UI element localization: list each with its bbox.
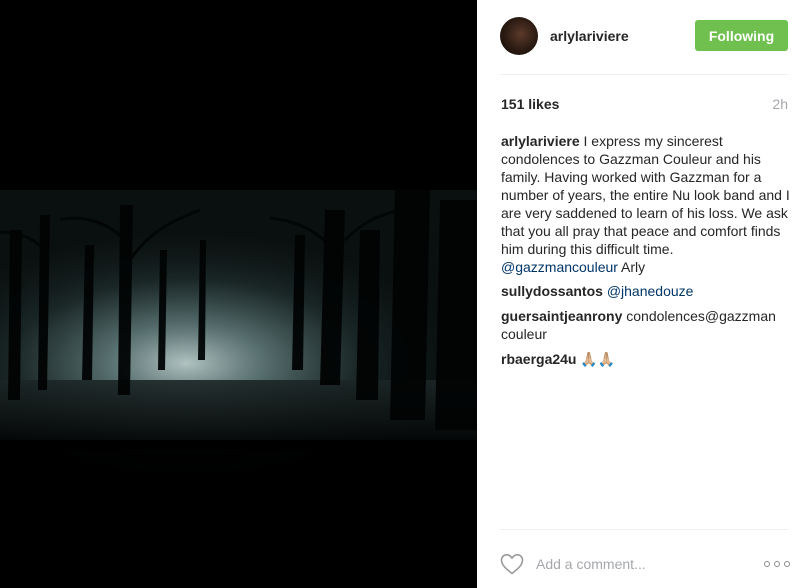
heart-icon[interactable] <box>500 553 524 575</box>
forest-photo <box>0 0 477 588</box>
caption-mention[interactable]: @gazzmancouleur <box>501 259 618 275</box>
caption-text: I express my sincerest condolences to Ga… <box>501 133 790 257</box>
post-meta: 151 likes 2h <box>501 95 788 113</box>
post-author-username[interactable]: arlylariviere <box>550 28 629 44</box>
comment-bar-divider <box>500 529 788 530</box>
comment-item: guersaintjeanrony condolences@gazzman co… <box>501 307 790 343</box>
likes-count[interactable]: 151 likes <box>501 96 559 112</box>
caption: arlylariviere I express my sincerest con… <box>501 132 790 276</box>
comment-username[interactable]: sullydossantos <box>501 283 603 299</box>
avatar[interactable] <box>500 17 538 55</box>
dot-icon <box>784 561 790 567</box>
comment-text: 🙏🏼🙏🏼 <box>576 351 616 367</box>
post-timestamp[interactable]: 2h <box>772 96 788 112</box>
add-comment-input[interactable] <box>536 553 764 575</box>
header-divider <box>500 74 788 75</box>
post-image[interactable] <box>0 0 477 588</box>
comments-list: arlylariviere I express my sincerest con… <box>501 132 790 375</box>
comment-item: rbaerga24u 🙏🏼🙏🏼 <box>501 350 790 368</box>
post-header: arlylariviere Following <box>500 16 788 56</box>
comment-username[interactable]: guersaintjeanrony <box>501 308 622 324</box>
caption-text-after: Arly <box>617 259 646 275</box>
following-button[interactable]: Following <box>695 20 788 51</box>
dot-icon <box>774 561 780 567</box>
comment-username[interactable]: rbaerga24u <box>501 351 576 367</box>
comment-item: sullydossantos @jhanedouze <box>501 282 790 300</box>
comment-bar <box>500 549 790 579</box>
dot-icon <box>764 561 770 567</box>
more-options-icon[interactable] <box>764 559 790 569</box>
caption-username[interactable]: arlylariviere <box>501 133 580 149</box>
post-sidebar: arlylariviere Following 151 likes 2h arl… <box>477 0 792 588</box>
comment-mention[interactable]: @jhanedouze <box>607 283 694 299</box>
